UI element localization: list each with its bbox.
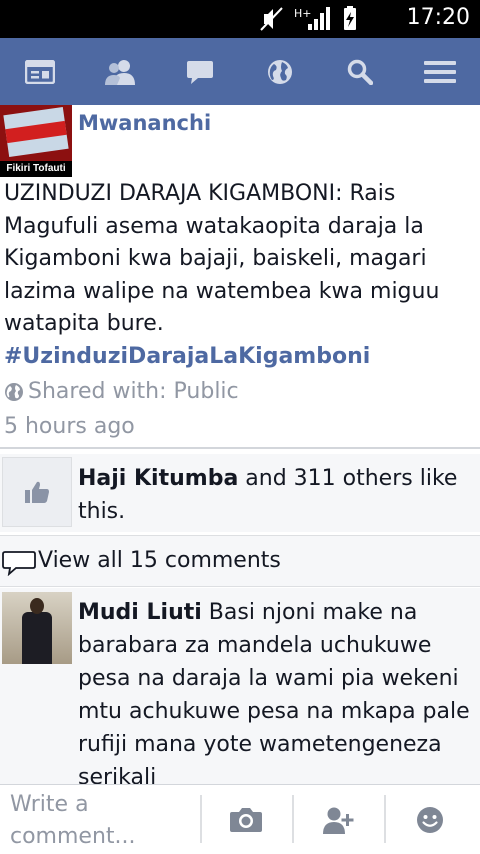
comment-text: Mudi Liuti Basi njoni make na barabara z…: [78, 596, 474, 784]
battery-charging-icon: [344, 6, 356, 30]
comment-bubble-icon: [2, 551, 36, 576]
network-type: H+: [294, 7, 312, 20]
comment-composer: Write a comment...: [0, 784, 480, 854]
search-icon[interactable]: [320, 38, 400, 105]
menu-icon[interactable]: [400, 38, 480, 105]
like-button[interactable]: [2, 457, 72, 527]
liker-name[interactable]: Haji Kitumba: [78, 466, 238, 491]
notifications-globe-icon[interactable]: [240, 38, 320, 105]
post-text: UZINDUZI DARAJA KIGAMBONI: Rais Magufuli…: [4, 178, 476, 341]
avatar[interactable]: [2, 592, 72, 664]
view-all-comments-label: View all 15 comments: [38, 548, 281, 573]
comment-input[interactable]: Write a comment...: [10, 789, 190, 853]
avatar-caption: Fikiri Tofauti: [0, 161, 72, 177]
view-all-comments[interactable]: View all 15 comments: [0, 535, 480, 587]
privacy-indicator: Shared with: Public: [4, 379, 239, 404]
hashtag-link[interactable]: #UzinduziDarajaLaKigamboni: [4, 344, 370, 369]
mute-icon: [260, 7, 283, 31]
post-text-line: Magufuli asema watakaopita daraja la: [4, 213, 424, 239]
page-avatar[interactable]: Fikiri Tofauti: [0, 105, 72, 177]
comment-author[interactable]: Mudi Liuti: [78, 600, 202, 625]
tag-friend-icon: [323, 807, 354, 834]
status-time: 17:20: [406, 5, 470, 30]
emoji-icon: [417, 807, 443, 833]
privacy-text: Shared with: Public: [28, 379, 239, 404]
camera-icon: [230, 808, 262, 832]
globe-icon: [5, 382, 23, 401]
page-name-link[interactable]: Mwananchi: [78, 111, 211, 135]
news-feed-icon[interactable]: [0, 38, 80, 105]
top-nav-bar: [0, 38, 480, 105]
thumbs-up-icon: [25, 481, 49, 503]
camera-button[interactable]: [202, 785, 290, 854]
post-text-line: watapita bure.: [4, 311, 164, 336]
avatar-image: [3, 107, 69, 157]
comment-item: Mudi Liuti Basi njoni make na barabara z…: [0, 588, 480, 784]
post-text-line: UZINDUZI DARAJA KIGAMBONI: Rais: [4, 181, 396, 206]
status-bar: H+ 17:20: [0, 0, 480, 38]
tag-friend-button[interactable]: [294, 785, 382, 854]
post-timestamp[interactable]: 5 hours ago: [4, 414, 135, 439]
friends-icon[interactable]: [80, 38, 160, 105]
messages-icon[interactable]: [160, 38, 240, 105]
likes-row: Haji Kitumba and 311 others like this.: [0, 454, 480, 532]
comment-body: Basi njoni make na barabara za mandela u…: [78, 600, 470, 784]
likes-summary[interactable]: Haji Kitumba and 311 others like this.: [78, 462, 474, 528]
post-text-line: lazima walipe na watembea kwa miguu: [4, 278, 440, 304]
status-icons: H+: [258, 4, 388, 34]
emoji-button[interactable]: [386, 785, 474, 854]
post-text-line: Kigamboni kwa bajaji, baiskeli, magari: [4, 246, 427, 271]
divider: [0, 447, 480, 449]
